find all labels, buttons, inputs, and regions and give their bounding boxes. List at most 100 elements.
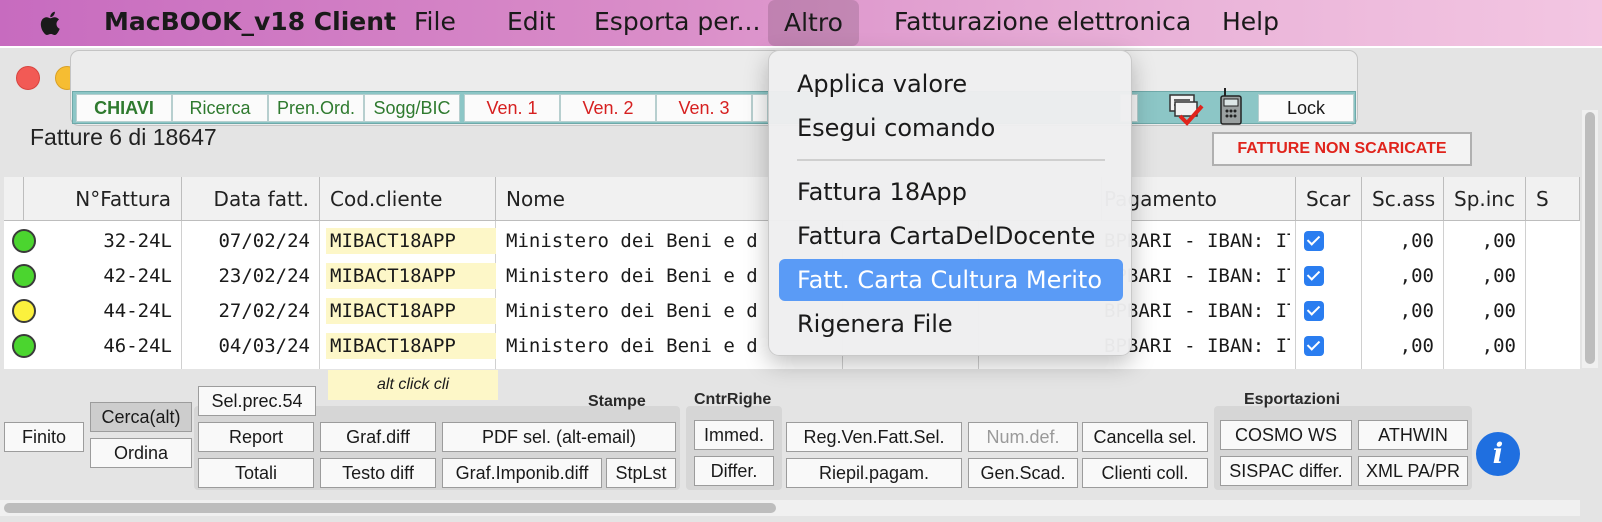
esportazioni-label: Esportazioni — [1244, 391, 1341, 408]
menu-help[interactable]: Help — [1222, 7, 1279, 36]
sc-ass-value: ,00 — [1399, 335, 1434, 357]
sispac-differ-button[interactable]: SISPAC differ. — [1220, 456, 1352, 486]
client-code: MIBACT18APP — [326, 228, 496, 254]
apple-logo-icon[interactable] — [36, 8, 66, 38]
client-name: Ministero dei Beni e delle A — [506, 230, 756, 252]
menu-fatturazione-elettronica[interactable]: Fatturazione elettronica — [894, 7, 1191, 36]
sc-ass-value: ,00 — [1399, 265, 1434, 287]
window-close-button[interactable] — [16, 66, 40, 90]
scar-checkbox[interactable] — [1304, 266, 1324, 286]
scar-checkbox[interactable] — [1304, 336, 1324, 356]
invoice-date: 27/02/24 — [218, 300, 310, 322]
athwin-button[interactable]: ATHWIN — [1358, 420, 1468, 450]
checked-document-icon[interactable] — [1166, 92, 1206, 126]
invoice-date: 04/03/24 — [218, 335, 310, 357]
invoice-number: 32-24L — [103, 230, 172, 252]
column-header-status[interactable] — [4, 177, 24, 221]
client-code-cell[interactable]: MIBACT18APP — [320, 293, 496, 329]
menu-separator — [797, 159, 1105, 161]
report-button[interactable]: Report — [198, 422, 314, 452]
horizontal-scrollbar[interactable] — [0, 500, 1580, 516]
sp-inc-value: ,00 — [1481, 300, 1516, 322]
menu-item-fattura-18app[interactable]: Fattura 18App — [779, 171, 1123, 213]
ven-2-button[interactable]: Ven. 2 — [560, 94, 656, 122]
cosmo-ws-button[interactable]: COSMO WS — [1220, 420, 1352, 450]
menu-item-applica-valore[interactable]: Applica valore — [779, 63, 1123, 105]
differ-button[interactable]: Differ. — [694, 456, 774, 486]
menubar: MacBOOK_v18 Client File Edit Esporta per… — [0, 0, 1602, 46]
sel-prec-button[interactable]: Sel.prec.54 — [198, 386, 316, 416]
xml-pa-pr-button[interactable]: XML PA/PR — [1358, 456, 1468, 486]
vertical-scrollbar[interactable] — [1582, 110, 1598, 368]
vertical-scrollbar-thumb[interactable] — [1585, 112, 1595, 364]
column-header-data[interactable]: Data fatt. — [182, 177, 320, 221]
client-code-cell[interactable]: MIBACT18APP — [320, 258, 496, 294]
client-code-cell[interactable]: MIBACT18APP — [320, 223, 496, 259]
menu-altro[interactable]: Altro — [768, 0, 859, 46]
sc-ass-value: ,00 — [1399, 230, 1434, 252]
menu-esporta-per[interactable]: Esporta per... — [594, 7, 760, 36]
client-code: MIBACT18APP — [326, 263, 496, 289]
info-icon[interactable]: i — [1476, 432, 1520, 476]
invoice-date: 07/02/24 — [218, 230, 310, 252]
scar-checkbox[interactable] — [1304, 231, 1324, 251]
finito-button[interactable]: Finito — [4, 422, 84, 452]
lock-button[interactable]: Lock — [1258, 94, 1354, 122]
column-header-cod-cliente[interactable]: Cod.cliente — [320, 177, 496, 221]
client-code: MIBACT18APP — [326, 333, 496, 359]
menu-item-fattura-cartadeldocente[interactable]: Fattura CartaDelDocente — [779, 215, 1123, 257]
column-header-s[interactable]: S — [1526, 177, 1580, 221]
stplst-button[interactable]: StpLst — [606, 458, 676, 488]
num-def-button[interactable]: Num.def. — [968, 422, 1078, 452]
walkie-talkie-icon[interactable] — [1218, 88, 1244, 126]
column-header-sc-ass[interactable]: Sc.ass — [1362, 177, 1444, 221]
ordina-button[interactable]: Ordina — [90, 438, 192, 468]
alt-click-hint: alt click cli — [328, 370, 498, 400]
graf-imponib-diff-button[interactable]: Graf.Imponib.diff — [442, 458, 602, 488]
fatture-non-scaricate-warning[interactable]: FATTURE NON SCARICATE — [1212, 132, 1472, 166]
menu-item-esegui-comando[interactable]: Esegui comando — [779, 107, 1123, 149]
menu-item-fatt-carta-cultura-merito[interactable]: Fatt. Carta Cultura Merito — [779, 259, 1123, 301]
column-header-sp-inc[interactable]: Sp.inc — [1444, 177, 1526, 221]
client-code-cell[interactable]: MIBACT18APP — [320, 328, 496, 364]
scar-checkbox[interactable] — [1304, 301, 1324, 321]
chiavi-button[interactable]: CHIAVI — [76, 94, 172, 122]
pren-ord-button[interactable]: Pren.Ord. — [268, 94, 364, 122]
menu-app-name[interactable]: MacBOOK_v18 Client — [104, 7, 396, 36]
cancella-sel-button[interactable]: Cancella sel. — [1082, 422, 1208, 452]
column-header-scar[interactable]: Scar — [1296, 177, 1362, 221]
menu-file[interactable]: File — [414, 7, 456, 36]
menu-item-rigenera-file[interactable]: Rigenera File — [779, 303, 1123, 345]
reg-ven-fatt-sel-button[interactable]: Reg.Ven.Fatt.Sel. — [786, 422, 962, 452]
sc-ass-value: ,00 — [1399, 300, 1434, 322]
page-title: Fatture 6 di 18647 — [30, 124, 217, 150]
sp-inc-value: ,00 — [1481, 230, 1516, 252]
totali-button[interactable]: Totali — [198, 458, 314, 488]
cntrrighe-label: CntrRighe — [694, 391, 772, 408]
client-code: MIBACT18APP — [326, 298, 496, 324]
ven-4-button-partial[interactable] — [752, 94, 768, 122]
stampe-label: Stampe — [588, 393, 646, 410]
riepil-pagam-button[interactable]: Riepil.pagam. — [786, 458, 962, 488]
client-name: Ministero dei Beni e delle A — [506, 300, 756, 322]
column-header-numero[interactable]: N°Fattura — [24, 177, 182, 221]
sp-inc-value: ,00 — [1481, 265, 1516, 287]
menu-edit[interactable]: Edit — [507, 7, 555, 36]
pdf-sel-button[interactable]: PDF sel. (alt-email) — [442, 422, 676, 452]
ricerca-button[interactable]: Ricerca — [172, 94, 268, 122]
sp-inc-value: ,00 — [1481, 335, 1516, 357]
cerca-button[interactable]: Cerca(alt) — [90, 402, 192, 432]
immed-button[interactable]: Immed. — [694, 420, 774, 450]
graf-diff-button[interactable]: Graf.diff — [320, 422, 436, 452]
clienti-coll-button[interactable]: Clienti coll. — [1082, 458, 1208, 488]
invoice-number: 42-24L — [103, 265, 172, 287]
invoice-date: 23/02/24 — [218, 265, 310, 287]
sogg-bic-button[interactable]: Sogg/BIC — [364, 94, 460, 122]
testo-diff-button[interactable]: Testo diff — [320, 458, 436, 488]
client-name: Ministero dei Beni e delle A — [506, 265, 756, 287]
client-name: Ministero dei Beni e delle A — [506, 335, 756, 357]
ven-3-button[interactable]: Ven. 3 — [656, 94, 752, 122]
gen-scad-button[interactable]: Gen.Scad. — [968, 458, 1078, 488]
horizontal-scrollbar-thumb[interactable] — [4, 503, 776, 513]
ven-1-button[interactable]: Ven. 1 — [464, 94, 560, 122]
